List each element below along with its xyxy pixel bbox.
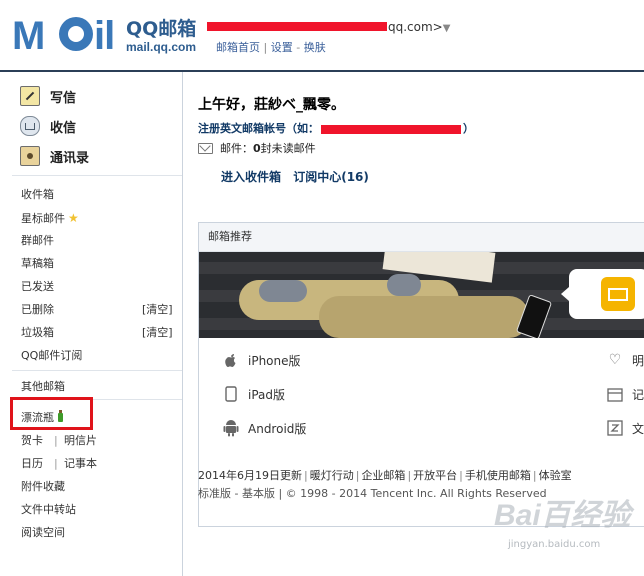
separator: | [54,434,58,447]
folder-drafts[interactable]: 草稿箱 [21,257,54,271]
account-email: qq.com> [388,20,443,34]
logo-url: mail.qq.com [126,40,197,54]
mail-count: 0 [253,141,261,155]
promo-bubble [561,269,644,319]
client-ipad-label: iPad版 [248,387,286,402]
calendar[interactable]: 日历 [21,457,43,471]
greeting: 上午好，莊紗ベ_飄零。 [198,97,345,113]
link-skin[interactable]: 换肤 [304,41,326,54]
mail-unread-text: 封未读邮件 [260,142,316,155]
apple-icon [222,351,240,369]
client-right-2-label: 记 [632,387,644,402]
link-mail-home[interactable]: 邮箱首页 [216,41,260,54]
footer-mobile-link[interactable]: 手机使用邮箱 [465,469,531,482]
shoe-image [387,274,421,296]
reading-space[interactable]: 阅读空间 [21,526,65,540]
sidebar-compose[interactable]: 写信 [20,85,76,107]
separator: | [263,41,268,54]
register-english-address[interactable]: 注册英文邮箱帐号（如： ） [198,120,474,136]
link-settings[interactable]: 设置 [271,41,293,54]
register-prefix: 注册英文邮箱帐号（如： [198,122,319,135]
logo-il[interactable]: il [94,16,115,56]
folder-group[interactable]: 群邮件 [21,234,54,248]
folder-spam[interactable]: 垃圾箱 [21,326,54,340]
client-android-label: Android版 [248,421,307,436]
client-iphone[interactable]: iPhone版 [222,351,301,369]
client-ipad[interactable]: iPad版 [222,385,285,403]
file-transfer[interactable]: 文件中转站 [21,503,76,517]
clear-deleted-button[interactable]: [清空] [142,303,173,317]
client-android[interactable]: Android版 [222,419,306,437]
greeting-cards[interactable]: 贺卡 [21,434,43,448]
contacts-icon [20,146,40,166]
account-menu[interactable]: qq.com>▼ [388,20,450,34]
star-icon: ★ [68,211,79,225]
mail-summary: 邮件： 0 封未读邮件 [198,140,316,156]
folder-deleted[interactable]: 已删除 [21,303,54,317]
watermark-url: jingyan.baidu.com [508,539,601,550]
compose-icon [20,86,40,106]
envelope-icon [198,142,213,154]
dropdown-arrow-icon[interactable]: ▼ [443,23,451,34]
logo-o[interactable] [59,17,93,51]
calendar-icon [606,385,624,403]
folder-starred-label: 星标邮件 [21,212,65,225]
go-inbox-link[interactable]: 进入收件箱 [221,170,281,184]
client-right-3-label: 文 [632,421,644,436]
client-right-2[interactable]: 记 [606,385,644,403]
promo-banner[interactable] [199,252,644,338]
client-right-1-label: 明 [632,353,644,368]
redaction [321,124,461,134]
client-iphone-label: iPhone版 [248,353,301,368]
inbox-icon [20,116,40,136]
footer-lab-link[interactable]: 体验室 [539,469,572,482]
logo-title[interactable]: QQ邮箱 [126,20,196,39]
register-suffix: ） [463,122,474,135]
logo-mark[interactable]: M [12,16,45,56]
sidebar-contacts-label: 通讯录 [50,150,90,166]
separator: - [296,41,301,54]
android-icon [222,419,240,437]
postcards[interactable]: 明信片 [64,434,97,448]
clear-spam-button[interactable]: [清空] [142,326,173,340]
account-redaction [207,22,387,31]
shoe-image [259,280,307,302]
footer-update-link[interactable]: 2014年6月19日更新 [198,469,302,482]
transfer-icon [606,419,624,437]
folder-sent[interactable]: 已发送 [21,280,54,294]
subscription-center-link[interactable]: 订阅中心(16) [293,170,369,184]
footer-enterprise-link[interactable]: 企业邮箱 [361,469,405,482]
notebook[interactable]: 记事本 [64,457,97,471]
footer-warm-light-link[interactable]: 暖灯行动 [310,469,354,482]
top-links: 邮箱首页 | 设置 - 换肤 [216,39,326,55]
sidebar: 写信 收信 通讯录 收件箱 星标邮件 ★ 群邮件 草稿箱 已发送 已删除 [清空]… [0,72,183,576]
highlight-box [10,397,93,430]
folder-starred[interactable]: 星标邮件 ★ [21,211,79,226]
footer-open-platform-link[interactable]: 开放平台 [413,469,457,482]
separator: | [54,457,58,470]
footer-links: 2014年6月19日更新 | 暖灯行动 | 企业邮箱 | 开放平台 | 手机使用邮箱 | 体验室 [198,469,572,482]
sidebar-inbox[interactable]: 收信 [20,115,76,137]
folder-inbox[interactable]: 收件箱 [21,188,54,202]
panel-title: 邮箱推荐 [199,223,644,252]
sidebar-inbox-label: 收信 [50,120,77,136]
mail-app-icon [601,277,635,311]
folder-subscriptions[interactable]: QQ邮件订阅 [21,349,82,363]
heart-icon: ♡ [608,352,622,368]
tablet-icon [222,385,240,403]
client-right-3[interactable]: 文 [606,419,644,437]
quick-links: 进入收件箱 订阅中心(16) [221,168,369,185]
attachment-favorites[interactable]: 附件收藏 [21,480,65,494]
mail-label: 邮件： [220,142,253,155]
client-right-1[interactable]: ♡ 明 [606,351,644,369]
watermark-logo: Bai百经验 [494,499,631,532]
person-image [319,296,529,338]
divider [12,370,182,371]
other-mailboxes[interactable]: 其他邮箱 [21,380,65,394]
top-bar: M il QQ邮箱 mail.qq.com qq.com>▼ 邮箱首页 | 设置… [0,0,644,72]
divider [12,175,182,176]
sidebar-compose-label: 写信 [50,90,77,106]
sidebar-contacts[interactable]: 通讯录 [20,145,89,167]
